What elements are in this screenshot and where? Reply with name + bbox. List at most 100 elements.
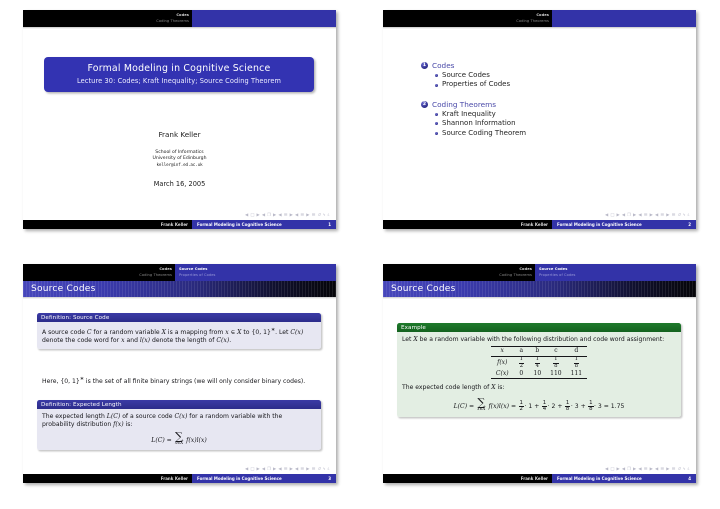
outline-item[interactable]: Source Codes [435, 71, 671, 79]
nav-sections[interactable]: Codes Coding Theorems [23, 10, 192, 27]
outline-section[interactable]: 2 Coding Theorems [421, 101, 671, 109]
t: . [229, 336, 232, 344]
outline-item[interactable]: Kraft Inequality [435, 110, 671, 118]
outline-list: 1 Codes Source Codes Properties of Codes… [421, 62, 671, 137]
footer-right: Formal Modeling in Cognitive Science 3 [192, 474, 336, 483]
navbar-shadow [383, 27, 696, 29]
frame-title: Source Codes [31, 284, 96, 294]
denominator: 4 [541, 406, 548, 413]
t: Here, {0, 1} [42, 378, 80, 386]
row-label-x: x [491, 345, 514, 357]
frame-title-shadow [23, 297, 336, 299]
outline-item-label[interactable]: Properties of Codes [442, 80, 510, 88]
beamer-nav-symbols[interactable]: ◀ □ ▶ ◀ ❐ ▶ ◀ ☰ ▶ ◀ ☰ ▶ ☰ ↺ ५ ८ [605, 212, 690, 218]
outline-section-label[interactable]: Codes [432, 62, 454, 70]
expr-LC: L(C) [106, 412, 121, 420]
nav-subsections[interactable]: Source Codes Properties of Codes [175, 264, 336, 281]
presentation-title: Formal Modeling in Cognitive Science [87, 63, 271, 74]
author-name: Frank Keller [158, 130, 201, 139]
t: is a mapping from [165, 328, 226, 336]
outline-item[interactable]: Shannon Information [435, 119, 671, 127]
title-block: Formal Modeling in Cognitive Science Lec… [44, 57, 314, 92]
outline-section-label[interactable]: Coding Theorems [432, 101, 496, 109]
t: to {0, 1} [241, 328, 271, 336]
cell-x-b: b [529, 345, 546, 357]
cell-x-a: a [513, 345, 530, 357]
cell-fx-c: 18 [545, 355, 567, 370]
slide-3[interactable]: Codes Coding Theorems Source Codes Prope… [23, 264, 336, 483]
footer-author: Frank Keller [23, 474, 192, 483]
summation-operator: ∑ x∈X [477, 397, 485, 411]
outline-item-label[interactable]: Source Codes [442, 71, 490, 79]
beamer-nav-symbols[interactable]: ◀ □ ▶ ◀ ❐ ▶ ◀ ☰ ▶ ◀ ☰ ▶ ☰ ↺ ५ ८ [605, 466, 690, 472]
block-body: Let X be a random variable with the foll… [397, 332, 681, 417]
beamer-nav-symbols[interactable]: ◀ □ ▶ ◀ ❐ ▶ ◀ ☰ ▶ ◀ ☰ ▶ ☰ ↺ ५ ८ [245, 466, 330, 472]
slide-4-navbar: Codes Coding Theorems Source Codes Prope… [383, 264, 696, 281]
outline-section-number: 2 [421, 100, 428, 108]
slide-contact-sheet: Codes Coding Theorems Formal Modeling in… [0, 0, 720, 509]
bullet-icon [435, 112, 438, 116]
expected-length-formula: L(C) = ∑ x∈X f(x)l(x) [42, 431, 316, 445]
cell-x-d: d [566, 345, 587, 357]
denominator: 2 [518, 362, 525, 369]
block-heading: Definition: Expected Length [37, 400, 321, 410]
slide-2-footer: Frank Keller Formal Modeling in Cognitiv… [383, 220, 696, 229]
outline-section[interactable]: 1 Codes [421, 62, 671, 70]
t: The expected code length of [402, 384, 492, 392]
nav-sections[interactable]: Codes Coding Theorems [383, 264, 535, 281]
outline-item-label[interactable]: Source Coding Theorem [442, 129, 526, 137]
outline-item[interactable]: Source Coding Theorem [435, 129, 671, 137]
fraction: 14 [534, 356, 541, 369]
expected-length-computation: L(C) = ∑ x∈X f(x)l(x) = 1 2 · 1 + 1 4 · 2 + … [402, 397, 676, 413]
footer-page-number: 2 [688, 222, 691, 227]
t: of a source code [120, 412, 175, 420]
slide-4[interactable]: Codes Coding Theorems Source Codes Prope… [383, 264, 696, 483]
expected-length-intro: The expected code length of X is: [402, 384, 676, 392]
nav-section-coding-theorems[interactable]: Coding Theorems [139, 273, 172, 278]
cell-Cx-b: 10 [529, 369, 546, 380]
expr-lx: l(x) [139, 336, 151, 344]
institute-block: School of Informatics University of Edin… [23, 150, 336, 169]
bullet-icon [435, 83, 438, 87]
row-label-Cx: C(x) [491, 369, 514, 380]
slide-3-navbar: Codes Coding Theorems Source Codes Prope… [23, 264, 336, 281]
outline-item-label[interactable]: Kraft Inequality [442, 110, 496, 118]
denominator: 8 [573, 362, 580, 369]
footer-title: Formal Modeling in Cognitive Science [197, 476, 282, 481]
fraction: 18 [564, 400, 571, 413]
nav-sections[interactable]: Codes Coding Theorems [23, 264, 175, 281]
nav-sections[interactable]: Codes Coding Theorems [383, 10, 552, 27]
cell-fx-a: 12 [513, 355, 530, 370]
slide-3-footer: Frank Keller Formal Modeling in Cognitiv… [23, 474, 336, 483]
nav-subsection-properties-of-codes[interactable]: Properties of Codes [539, 273, 576, 278]
fraction: 18 [588, 400, 594, 413]
t: is the set of all finite binary strings … [83, 378, 306, 386]
denominator: 4 [534, 362, 541, 369]
block-heading: Example [397, 323, 681, 333]
frame-title-bar: Source Codes [23, 281, 336, 297]
nav-section-coding-theorems[interactable]: Coding Theorems [156, 19, 189, 24]
denominator: 8 [588, 406, 594, 413]
t: A source code [42, 328, 87, 336]
formula-result: = 1.75 [603, 402, 625, 410]
outline-item-label[interactable]: Shannon Information [442, 119, 516, 127]
nav-section-coding-theorems[interactable]: Coding Theorems [516, 19, 549, 24]
nav-section-coding-theorems[interactable]: Coding Theorems [499, 273, 532, 278]
nav-subsections [192, 10, 336, 27]
bullet-icon [435, 73, 438, 77]
plus-3: + [580, 402, 586, 410]
plus-2: + [557, 402, 563, 410]
table-row-x: x a b c d [491, 345, 587, 357]
outline-item[interactable]: Properties of Codes [435, 80, 671, 88]
fraction: 14 [541, 400, 548, 413]
nav-subsection-properties-of-codes[interactable]: Properties of Codes [179, 273, 216, 278]
block-body: A source code C for a random variable X … [37, 322, 321, 350]
slide-1[interactable]: Codes Coding Theorems Formal Modeling in… [23, 10, 336, 229]
definition-expected-length-block: Definition: Expected Length The expected… [37, 400, 321, 450]
term-mult-2: · 2 [547, 402, 556, 410]
slide-2[interactable]: Codes Coding Theorems 1 Codes Source Cod… [383, 10, 696, 229]
bullet-icon [435, 122, 438, 126]
beamer-nav-symbols[interactable]: ◀ □ ▶ ◀ ❐ ▶ ◀ ☰ ▶ ◀ ☰ ▶ ☰ ↺ ५ ८ [245, 212, 330, 218]
footer-title: Formal Modeling in Cognitive Science [197, 222, 282, 227]
nav-subsections[interactable]: Source Codes Properties of Codes [535, 264, 696, 281]
